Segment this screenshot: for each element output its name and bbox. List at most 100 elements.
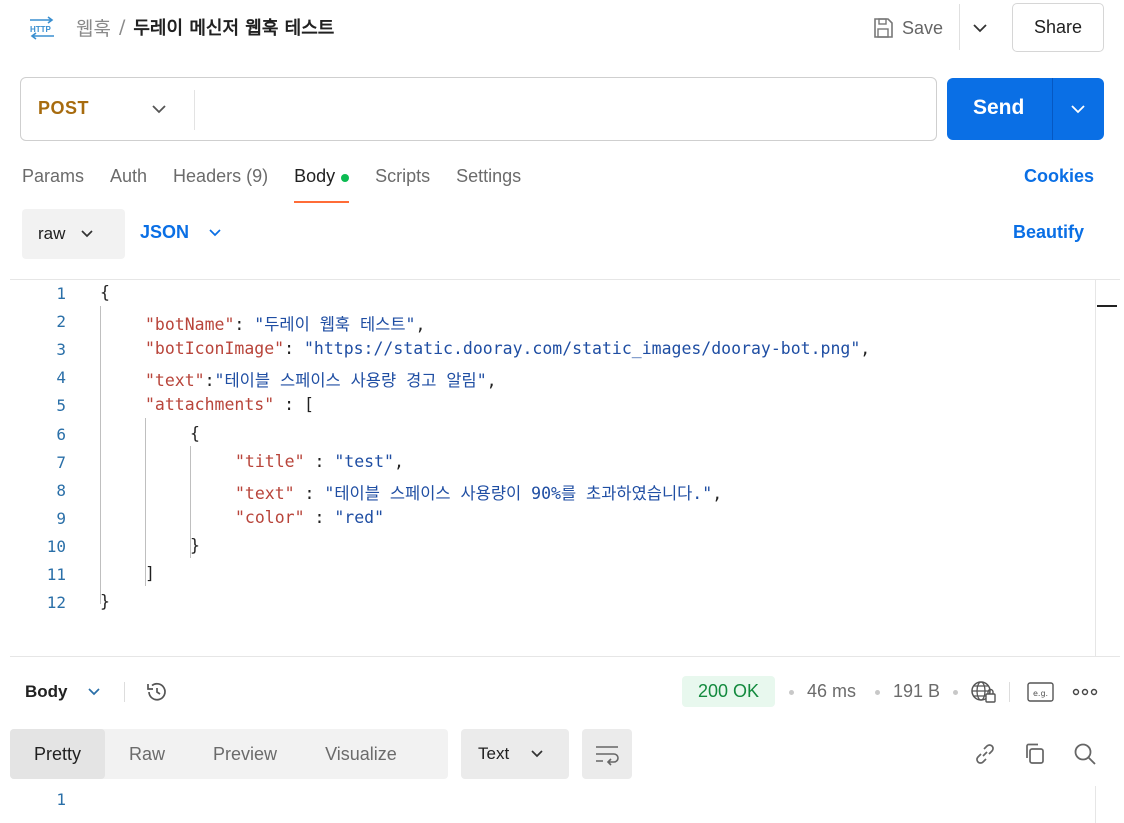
method-select[interactable]: POST (38, 98, 89, 119)
line-number: 4 (56, 368, 66, 388)
wrap-lines-button[interactable] (582, 729, 632, 779)
status-dot (341, 174, 350, 182)
json-key: "attachments" (145, 395, 275, 415)
line-number: 1 (56, 790, 66, 809)
response-section-label: Body (25, 682, 68, 701)
json-punctuation: { (190, 423, 200, 443)
body-mode-select[interactable]: raw (22, 209, 125, 259)
json-string: "https://static.dooray.com/static_images… (303, 339, 861, 359)
json-punctuation: , (393, 451, 404, 471)
line-number: 5 (56, 396, 66, 416)
json-punctuation: , (712, 483, 723, 503)
tab-params[interactable]: Params (22, 166, 84, 203)
chevron-down-icon[interactable] (1069, 100, 1087, 118)
request-tabs: Params Auth Headers (9) Body Scripts Set… (22, 166, 547, 203)
tab-body[interactable]: Body (294, 166, 350, 203)
link-icon[interactable] (972, 741, 998, 767)
line-number: 6 (56, 424, 66, 444)
breadcrumb-parent[interactable]: 웹훅 (76, 14, 111, 41)
history-icon[interactable] (144, 679, 170, 705)
divider (1052, 78, 1053, 140)
json-key: "botIconImage" (145, 339, 285, 359)
chevron-down-icon (209, 228, 221, 236)
more-icon[interactable] (1072, 688, 1098, 696)
json-key: "color" (235, 507, 305, 527)
response-time[interactable]: 46 ms (807, 681, 856, 702)
send-button[interactable]: Send (947, 78, 1104, 140)
view-tab-raw[interactable]: Raw (105, 729, 189, 779)
wrap-icon (596, 746, 619, 766)
code-line[interactable]: { (190, 424, 200, 443)
save-button[interactable]: Save (872, 12, 943, 44)
chevron-down-icon[interactable] (150, 100, 168, 118)
divider (124, 682, 125, 702)
chevron-down-icon[interactable] (970, 18, 990, 38)
code-line[interactable]: "text":"테이블 스페이스 사용량 경고 알림", (145, 367, 497, 391)
view-tab-visualize[interactable]: Visualize (301, 729, 421, 779)
tab-settings[interactable]: Settings (456, 166, 521, 203)
code-line[interactable]: "color" : "red" (235, 508, 384, 527)
json-punctuation: : (234, 315, 255, 335)
view-tab-pretty[interactable]: Pretty (10, 729, 106, 779)
copy-icon[interactable] (1022, 741, 1048, 767)
line-number: 2 (56, 312, 66, 332)
json-string: "test" (334, 451, 394, 471)
code-line[interactable]: } (190, 536, 200, 555)
code-line[interactable]: ] (145, 564, 155, 583)
divider (959, 4, 960, 50)
chevron-down-icon (87, 688, 100, 696)
separator-dot (953, 690, 958, 695)
globe-icon[interactable] (969, 679, 997, 705)
cookies-link[interactable]: Cookies (1024, 166, 1094, 187)
chevron-down-icon (531, 750, 543, 758)
line-number: 1 (56, 284, 66, 303)
divider (194, 90, 195, 130)
tab-auth[interactable]: Auth (110, 166, 147, 203)
response-scrollbar[interactable] (1095, 786, 1096, 823)
code-line[interactable]: } (100, 592, 110, 611)
body-editor[interactable] (10, 279, 1120, 657)
indent-guide (190, 446, 191, 558)
json-punctuation: { (100, 283, 110, 302)
search-icon[interactable] (1072, 741, 1098, 767)
line-number: 9 (56, 508, 66, 528)
code-line[interactable]: { (100, 283, 110, 302)
share-button[interactable]: Share (1012, 3, 1104, 52)
page-title[interactable]: 두레이 메신저 웹훅 테스트 (133, 14, 334, 40)
response-format-select[interactable]: Text (461, 729, 569, 779)
tab-headers[interactable]: Headers (9) (173, 166, 268, 203)
status-badge[interactable]: 200 OK (682, 676, 775, 707)
body-mode-label: raw (38, 224, 66, 243)
response-format-label: Text (478, 744, 510, 763)
response-size[interactable]: 191 B (893, 681, 940, 702)
tab-scripts[interactable]: Scripts (375, 166, 430, 203)
json-punctuation: : (294, 483, 325, 503)
json-key: "text" (145, 371, 205, 391)
json-punctuation: } (100, 592, 110, 612)
beautify-button[interactable]: Beautify (1013, 222, 1084, 243)
url-input[interactable] (210, 92, 920, 128)
indent-guide (145, 418, 146, 586)
save-label: Save (902, 17, 944, 38)
language-select[interactable]: JSON (140, 222, 223, 243)
json-string: "테이블 스페이스 사용량이 90%를 초과하였습니다." (324, 483, 713, 503)
line-number: 11 (46, 565, 66, 584)
json-punctuation: ] (145, 564, 155, 583)
code-line[interactable]: "botName": "두레이 웹훅 테스트", (145, 311, 425, 335)
save-icon (874, 18, 893, 38)
json-key: "title" (235, 451, 305, 471)
code-line[interactable]: "title" : "test", (235, 452, 404, 471)
breadcrumb-separator: / (118, 16, 126, 38)
editor-scrollbar[interactable] (1095, 279, 1096, 657)
send-label: Send (973, 96, 1025, 119)
line-number: 10 (46, 536, 66, 556)
code-line[interactable]: "text" : "테이블 스페이스 사용량이 90%를 초과하였습니다.", (235, 480, 722, 504)
code-line[interactable]: "botIconImage": "https://static.dooray.c… (145, 339, 870, 358)
view-tab-preview[interactable]: Preview (189, 729, 301, 779)
code-line[interactable]: "attachments" : [ (145, 395, 314, 414)
response-body-select[interactable]: Body (25, 682, 102, 702)
example-icon[interactable]: e.g. (1027, 681, 1055, 703)
json-punctuation: : (284, 339, 304, 359)
line-number: 8 (56, 480, 66, 500)
cursor-marker (1097, 305, 1117, 307)
